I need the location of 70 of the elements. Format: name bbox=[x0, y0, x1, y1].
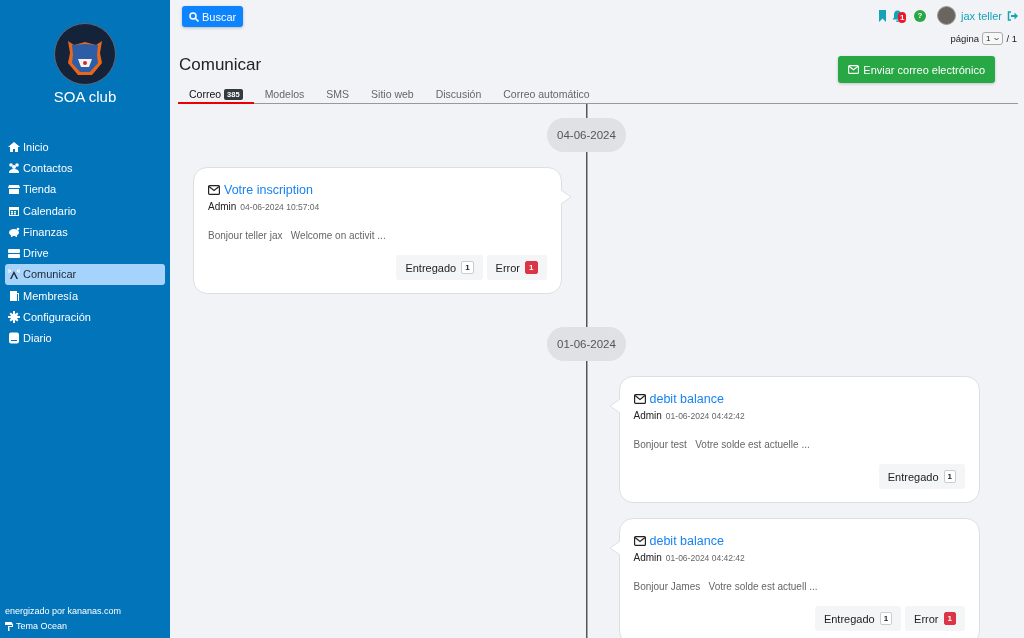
page-title: Comunicar bbox=[179, 55, 262, 75]
club-name: SOA club bbox=[53, 88, 117, 105]
count-badge: 1 bbox=[943, 470, 956, 483]
powered-by-text: energizado por kananas.com bbox=[5, 606, 123, 616]
envelope-icon bbox=[633, 394, 646, 404]
sidebar-item[interactable]: Drive bbox=[5, 242, 165, 264]
tab[interactable]: Correo automático bbox=[492, 85, 601, 104]
message-datetime: 01-06-2024 04:42:42 bbox=[665, 411, 745, 421]
message-author: Admin bbox=[208, 201, 237, 212]
count-badge: 1 bbox=[525, 261, 538, 274]
sidebar-item[interactable]: Diario bbox=[5, 327, 165, 349]
count-badge: 1 bbox=[943, 612, 956, 625]
envelope-icon bbox=[633, 536, 646, 546]
message-preview: Bonjour teller jax Welcome on activit ... bbox=[208, 230, 387, 241]
store-icon bbox=[8, 183, 20, 196]
message-subject-link[interactable]: debit balance bbox=[649, 534, 724, 548]
delivered-status-button[interactable]: Entregado 1 bbox=[814, 606, 902, 631]
message-datetime: 01-06-2024 04:42:42 bbox=[665, 553, 745, 563]
message-subject-link[interactable]: debit balance bbox=[649, 392, 724, 406]
sidebar-item[interactable]: Inicio bbox=[5, 136, 165, 158]
user-avatar[interactable] bbox=[937, 6, 957, 25]
count-badge: 1 bbox=[461, 261, 474, 274]
help-button[interactable]: ? bbox=[914, 9, 927, 22]
drive-icon bbox=[8, 247, 20, 260]
users-icon bbox=[8, 161, 20, 174]
message-preview: Bonjour test Votre solde est actuelle ... bbox=[633, 439, 811, 450]
date-pill: 04-06-2024 bbox=[547, 118, 626, 152]
message-preview: Bonjour James Votre solde est actuell ... bbox=[633, 581, 819, 592]
user-name-link[interactable]: jax teller bbox=[961, 9, 1002, 22]
piggy-bank-icon bbox=[8, 225, 20, 238]
sidebar-item[interactable]: Comunicar bbox=[5, 263, 165, 286]
delivered-status-button[interactable]: Entregado 1 bbox=[396, 255, 483, 280]
sidebar-item[interactable]: Configuración bbox=[5, 306, 165, 328]
tab[interactable]: SMS bbox=[315, 85, 361, 104]
search-icon bbox=[189, 11, 199, 22]
book-icon bbox=[8, 332, 20, 345]
message-author: Admin bbox=[633, 552, 662, 563]
sidebar-item[interactable]: Finanzas bbox=[5, 221, 165, 243]
send-email-button[interactable]: Enviar correo electrónico bbox=[838, 56, 995, 83]
door-icon bbox=[8, 289, 20, 302]
date-pill: 01-06-2024 bbox=[547, 327, 626, 361]
envelope-icon bbox=[848, 65, 860, 74]
error-status-button[interactable]: Error 1 bbox=[486, 255, 547, 280]
count-badge: 1 bbox=[879, 612, 893, 625]
club-logo bbox=[54, 23, 116, 85]
theme-link[interactable]: Tema Ocean bbox=[16, 621, 68, 631]
calendar-icon bbox=[8, 204, 20, 217]
page-select[interactable]: 1 bbox=[982, 32, 1004, 45]
tab[interactable]: Sitio web bbox=[360, 85, 425, 104]
sidebar-item[interactable]: Tienda bbox=[5, 178, 165, 200]
message-datetime: 04-06-2024 10:57:04 bbox=[240, 202, 320, 212]
bookmark-icon[interactable] bbox=[878, 9, 888, 22]
notification-badge: 1 bbox=[898, 11, 907, 23]
search-button[interactable]: Buscar bbox=[182, 6, 244, 27]
page-total: / 1 bbox=[1006, 33, 1017, 44]
delivered-status-button[interactable]: Entregado 1 bbox=[878, 464, 965, 489]
tab[interactable]: Discusión bbox=[424, 85, 493, 104]
logout-icon[interactable] bbox=[1007, 10, 1018, 21]
chevron-icon bbox=[994, 36, 1000, 41]
paint-roller-icon bbox=[5, 621, 13, 631]
error-status-button[interactable]: Error 1 bbox=[905, 606, 965, 631]
home-icon bbox=[8, 140, 20, 153]
page-label: página bbox=[950, 33, 979, 44]
envelope-icon bbox=[208, 185, 220, 195]
sidebar-item[interactable]: Membresía bbox=[5, 285, 165, 307]
tab[interactable]: Modelos bbox=[253, 85, 316, 104]
sidebar-item[interactable]: Calendario bbox=[5, 199, 165, 222]
sidebar-item[interactable]: Contactos bbox=[5, 157, 165, 179]
message-author: Admin bbox=[633, 410, 662, 421]
message-subject-link[interactable]: Votre inscription bbox=[224, 183, 313, 197]
